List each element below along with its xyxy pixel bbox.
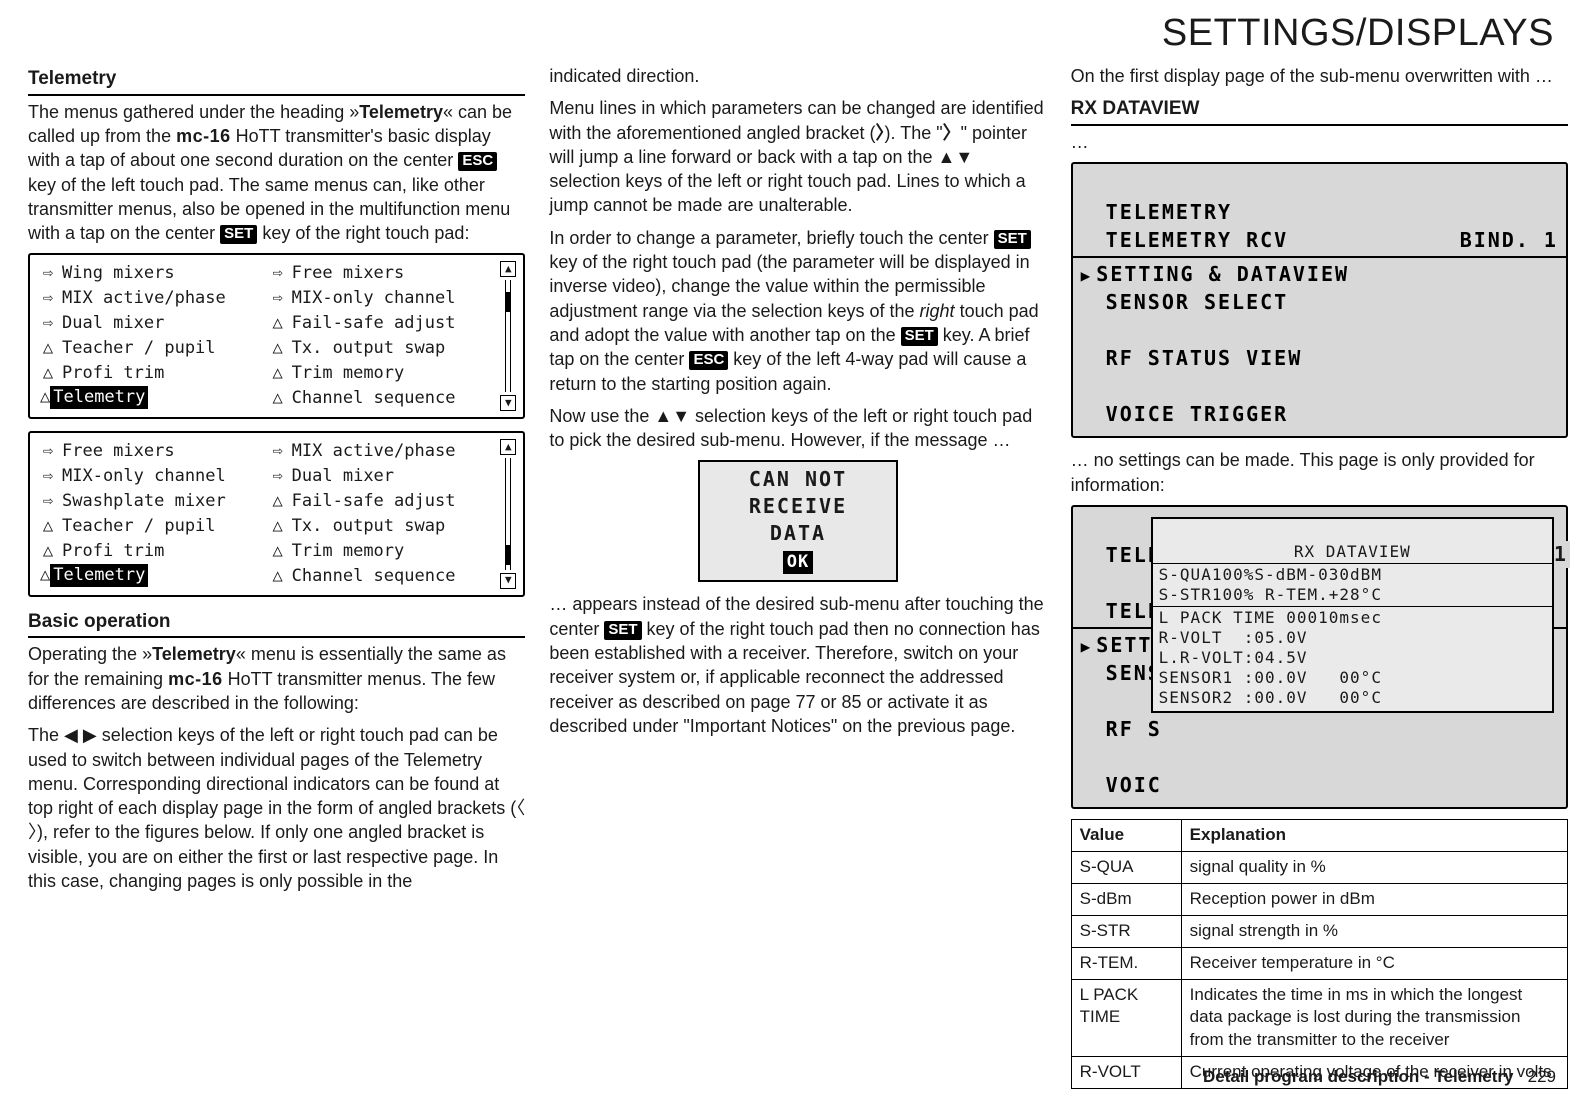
page-number: 229	[1528, 1067, 1556, 1086]
menu-box-1-right: ⇨Free mixers ⇨MIX-only channel △Fail-saf…	[270, 261, 494, 411]
scrollbar[interactable]: ▲ ▼	[499, 261, 517, 411]
column-2: indicated direction. Menu lines in which…	[549, 60, 1046, 1089]
msg-ok: OK	[783, 551, 813, 574]
col2-p2: Menu lines in which parameters can be ch…	[549, 96, 1046, 217]
menu-item: Trim memory	[292, 362, 405, 385]
table-row: S-QUAsignal quality in %	[1071, 851, 1567, 883]
table-row: R-TEM.Receiver temperature in °C	[1071, 947, 1567, 979]
menu-item: MIX active/phase	[292, 440, 456, 463]
menu-box-1-left: ⇨Wing mixers ⇨MIX active/phase ⇨Dual mix…	[40, 261, 264, 411]
menu-item: Wing mixers	[62, 262, 175, 285]
menu-item: Swashplate mixer	[62, 490, 226, 513]
key-esc: ESC	[458, 152, 497, 171]
intro-paragraph: The menus gathered under the heading »Te…	[28, 100, 525, 246]
msg-line-2: RECEIVE	[700, 493, 896, 520]
table-row: S-STRsignal strength in %	[1071, 915, 1567, 947]
heading-rx-dataview: RX DATAVIEW	[1071, 96, 1568, 126]
menu-icon: ⇨	[40, 262, 56, 285]
basic-paragraph-2: The ◀ ▶ selection keys of the left or ri…	[28, 723, 525, 893]
menu-item: MIX-only channel	[292, 287, 456, 310]
lcd-telemetry-menu: TELEMETRYTELEMETRY RCVBIND. 1SETTING & D…	[1071, 162, 1568, 438]
menu-box-2: ⇨Free mixers ⇨MIX-only channel ⇨Swashpla…	[28, 431, 525, 597]
scroll-up-icon[interactable]: ▲	[500, 261, 516, 277]
menu-item: Dual mixer	[62, 312, 164, 335]
lcd-line: TELEMETRY	[1081, 198, 1558, 226]
menu-item: Fail-safe adjust	[292, 490, 456, 513]
scroll-down-icon[interactable]: ▼	[500, 573, 516, 589]
basic-paragraph-1: Operating the »Telemetry« menu is essent…	[28, 642, 525, 715]
menu-item: Teacher / pupil	[62, 515, 216, 538]
msg-line-3: DATA	[700, 520, 896, 547]
menu-box-2-right: ⇨MIX active/phase ⇨Dual mixer △Fail-safe…	[270, 439, 494, 589]
menu-item: Channel sequence	[292, 387, 456, 410]
dv-title: RX DATAVIEW	[1159, 542, 1546, 562]
menu-item: Profi trim	[62, 540, 164, 563]
col3-p2: … no settings can be made. This page is …	[1071, 448, 1568, 497]
menu-item: Free mixers	[62, 440, 175, 463]
menu-box-1: ⇨Wing mixers ⇨MIX active/phase ⇨Dual mix…	[28, 253, 525, 419]
scrollbar[interactable]: ▲ ▼	[499, 439, 517, 589]
col3-p1: On the first display page of the sub-men…	[1071, 64, 1568, 88]
menu-item: Tx. output swap	[292, 337, 446, 360]
menu-box-2-left: ⇨Free mixers ⇨MIX-only channel ⇨Swashpla…	[40, 439, 264, 589]
col2-p5: … appears instead of the desired sub-men…	[549, 592, 1046, 738]
menu-item: Channel sequence	[292, 565, 456, 588]
col2-p4: Now use the ▲▼ selection keys of the lef…	[549, 404, 1046, 453]
menu-item: Teacher / pupil	[62, 337, 216, 360]
col2-p3: In order to change a parameter, briefly …	[549, 226, 1046, 396]
brand-name: mc-16	[176, 126, 231, 146]
ellipsis: …	[1071, 130, 1568, 154]
menu-item-selected: Telemetry	[50, 564, 148, 587]
heading-telemetry: Telemetry	[28, 66, 525, 96]
page-footer: Detail program description - Telemetry 2…	[1203, 1066, 1556, 1089]
menu-item: Fail-safe adjust	[292, 312, 456, 335]
table-row: L PACK TIMEIndicates the time in ms in w…	[1071, 979, 1567, 1057]
column-3: On the first display page of the sub-men…	[1071, 60, 1568, 1089]
menu-item: MIX active/phase	[62, 287, 226, 310]
menu-item: MIX-only channel	[62, 465, 226, 488]
lcd-dataview-composite: TELE TELESETT SENS RF S VOIC D. 1 RX DAT…	[1071, 505, 1568, 809]
heading-basic-operation: Basic operation	[28, 609, 525, 639]
table-header-value: Value	[1071, 819, 1181, 851]
menu-item-selected: Telemetry	[50, 386, 148, 409]
menu-item: Profi trim	[62, 362, 164, 385]
menu-item: Tx. output swap	[292, 515, 446, 538]
page-title: SETTINGS/DISPLAYS	[1162, 8, 1554, 59]
cannot-receive-box: CAN NOT RECEIVE DATA OK	[698, 460, 898, 582]
lcd-rx-dataview-overlay: RX DATAVIEWS-QUA100%S-dBM-030dBM S-STR10…	[1151, 517, 1554, 713]
value-explanation-table: Value Explanation S-QUAsignal quality in…	[1071, 819, 1568, 1089]
column-1: Telemetry The menus gathered under the h…	[28, 60, 525, 1089]
msg-line-1: CAN NOT	[700, 466, 896, 493]
table-row: S-dBmReception power in dBm	[1071, 883, 1567, 915]
table-header-explanation: Explanation	[1181, 819, 1567, 851]
scroll-down-icon[interactable]: ▼	[500, 395, 516, 411]
content-columns: Telemetry The menus gathered under the h…	[0, 0, 1596, 1089]
menu-item: Free mixers	[292, 262, 405, 285]
menu-item: Trim memory	[292, 540, 405, 563]
lcd-line-selected: SETTING & DATAVIEW	[1081, 262, 1349, 286]
scroll-up-icon[interactable]: ▲	[500, 439, 516, 455]
key-set: SET	[220, 225, 257, 244]
col2-p1: indicated direction.	[549, 64, 1046, 88]
menu-item: Dual mixer	[292, 465, 394, 488]
